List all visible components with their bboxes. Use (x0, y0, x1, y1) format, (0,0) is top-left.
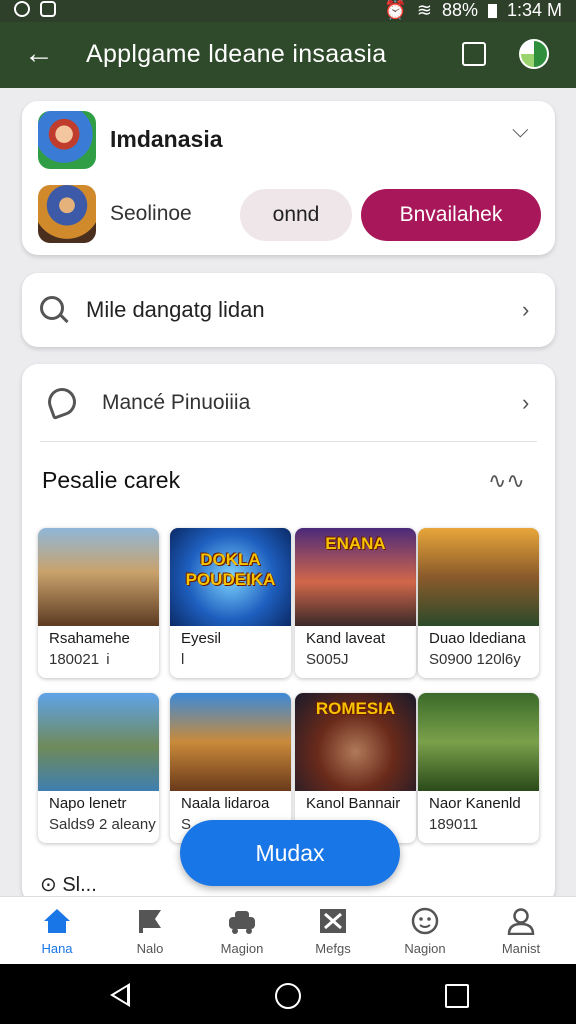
nav-label: Nagion (404, 941, 446, 956)
home-circle-icon[interactable] (275, 983, 301, 1009)
secondary-app-icon (38, 185, 96, 243)
game-meta: l (181, 651, 185, 668)
leaf-icon (44, 384, 80, 420)
nav-item-manist[interactable]: Manist (481, 897, 561, 965)
game-tile[interactable]: ENANA Kand laveat S005J (295, 528, 416, 678)
nav-item-nagion[interactable]: Nagion (385, 897, 465, 965)
status-bar: ⏰ ≋ 88% 1:34 M (0, 0, 576, 22)
battery-icon (487, 3, 497, 18)
game-meta: Salds9 2 aleany (49, 816, 156, 833)
nav-item-nalo[interactable]: Nalo (110, 897, 190, 965)
app-subtitle: Seolinoe (110, 202, 192, 225)
game-name: Naala lidaroa (181, 795, 270, 812)
flag-icon (139, 910, 161, 933)
section-title: Pesalie carek (42, 467, 181, 493)
smiley-icon (411, 907, 439, 935)
car-icon (229, 911, 255, 934)
game-art-title: ROMESIA (315, 699, 396, 718)
game-name: Kand laveat (306, 630, 386, 647)
row-label[interactable]: Mancé Pinuoiiia (102, 391, 250, 415)
nav-label: Manist (501, 941, 541, 956)
nav-label: Nalo (136, 941, 164, 956)
game-tile[interactable]: Rsahamehe 180021 i (38, 528, 159, 678)
recents-icon[interactable] (445, 984, 469, 1008)
clock: 1:34 M (506, 0, 562, 20)
nav-item-mefgs[interactable]: Mefgs (293, 897, 373, 965)
square-icon[interactable] (462, 42, 486, 66)
game-name: Napo lenetr (49, 795, 127, 812)
game-art (38, 693, 159, 791)
app-bar: ← Applgame ldeane insaasia (0, 22, 576, 88)
bottom-navigation: Hana Nalo Magion Mefgs Nagion Manist (0, 896, 576, 965)
back-arrow-icon[interactable]: ← (24, 36, 54, 72)
game-tile[interactable]: Napo lenetr Salds9 2 aleany (38, 693, 159, 843)
chevron-down-icon[interactable]: ⌵ (512, 117, 529, 143)
nav-item-magion[interactable]: Magion (202, 897, 282, 965)
gallery-icon (40, 1, 56, 17)
chevron-right-icon[interactable]: › (522, 390, 529, 416)
user-icon (507, 908, 535, 935)
game-meta: S0900 120l6y (429, 651, 521, 668)
chevron-right-icon: › (522, 297, 530, 322)
search-text: Mile dangatg lidan (86, 297, 265, 322)
app-header-card: Imdanasia ⌵ Seolinoe onnd Bnvailahek (22, 101, 555, 255)
game-art-title: ENANA (325, 534, 386, 553)
secondary-button[interactable]: onnd (240, 189, 352, 241)
floating-action-button[interactable]: Mudax (180, 820, 400, 886)
back-icon[interactable] (110, 983, 130, 1007)
notification-icon (14, 1, 30, 17)
game-art (170, 693, 291, 791)
nav-label: Hana (41, 941, 73, 956)
game-art (418, 693, 539, 791)
game-name: Eyesil (181, 630, 222, 647)
game-name: Rsahamehe (49, 630, 130, 647)
primary-button[interactable]: Bnvailahek (361, 189, 541, 241)
game-art-title: DOKLA POUDEIKA (185, 550, 276, 589)
app-icon (38, 111, 96, 169)
battery-level: 88% (441, 0, 478, 20)
game-name: Duao ldediana (429, 630, 526, 647)
game-meta: 189011 (429, 816, 478, 833)
wave-icon[interactable]: ∿∿ (488, 468, 525, 494)
nav-item-home[interactable]: Hana (17, 897, 97, 965)
game-tile[interactable]: Duao ldediana S0900 120l6y (418, 528, 539, 678)
partial-row-text: ⊙ Sl... (40, 874, 97, 896)
app-name: Imdanasia (110, 126, 223, 152)
mail-x-icon (320, 909, 346, 933)
divider (40, 441, 537, 442)
game-art (418, 528, 539, 626)
nav-label: Magion (220, 941, 264, 956)
page-title: Applgame ldeane insaasia (86, 40, 387, 68)
game-tile[interactable]: DOKLA POUDEIKA Eyesil l (170, 528, 291, 678)
search-row[interactable]: Mile dangatg lidan › (22, 273, 555, 347)
home-icon (44, 909, 70, 933)
system-navigation (0, 964, 576, 1024)
game-meta: S005J (306, 651, 349, 668)
search-icon (40, 296, 64, 320)
alarm-icon: ⏰ (384, 0, 407, 20)
wifi-icon: ≋ (416, 0, 432, 20)
game-name: Naor Kanenld (429, 795, 521, 812)
shield-icon[interactable] (519, 39, 549, 69)
game-art (38, 528, 159, 626)
game-name: Kanol Bannair (306, 795, 401, 812)
nav-label: Mefgs (315, 941, 351, 956)
game-meta: 180021 i (49, 651, 110, 668)
game-tile[interactable]: Naor Kanenld 189011 (418, 693, 539, 843)
